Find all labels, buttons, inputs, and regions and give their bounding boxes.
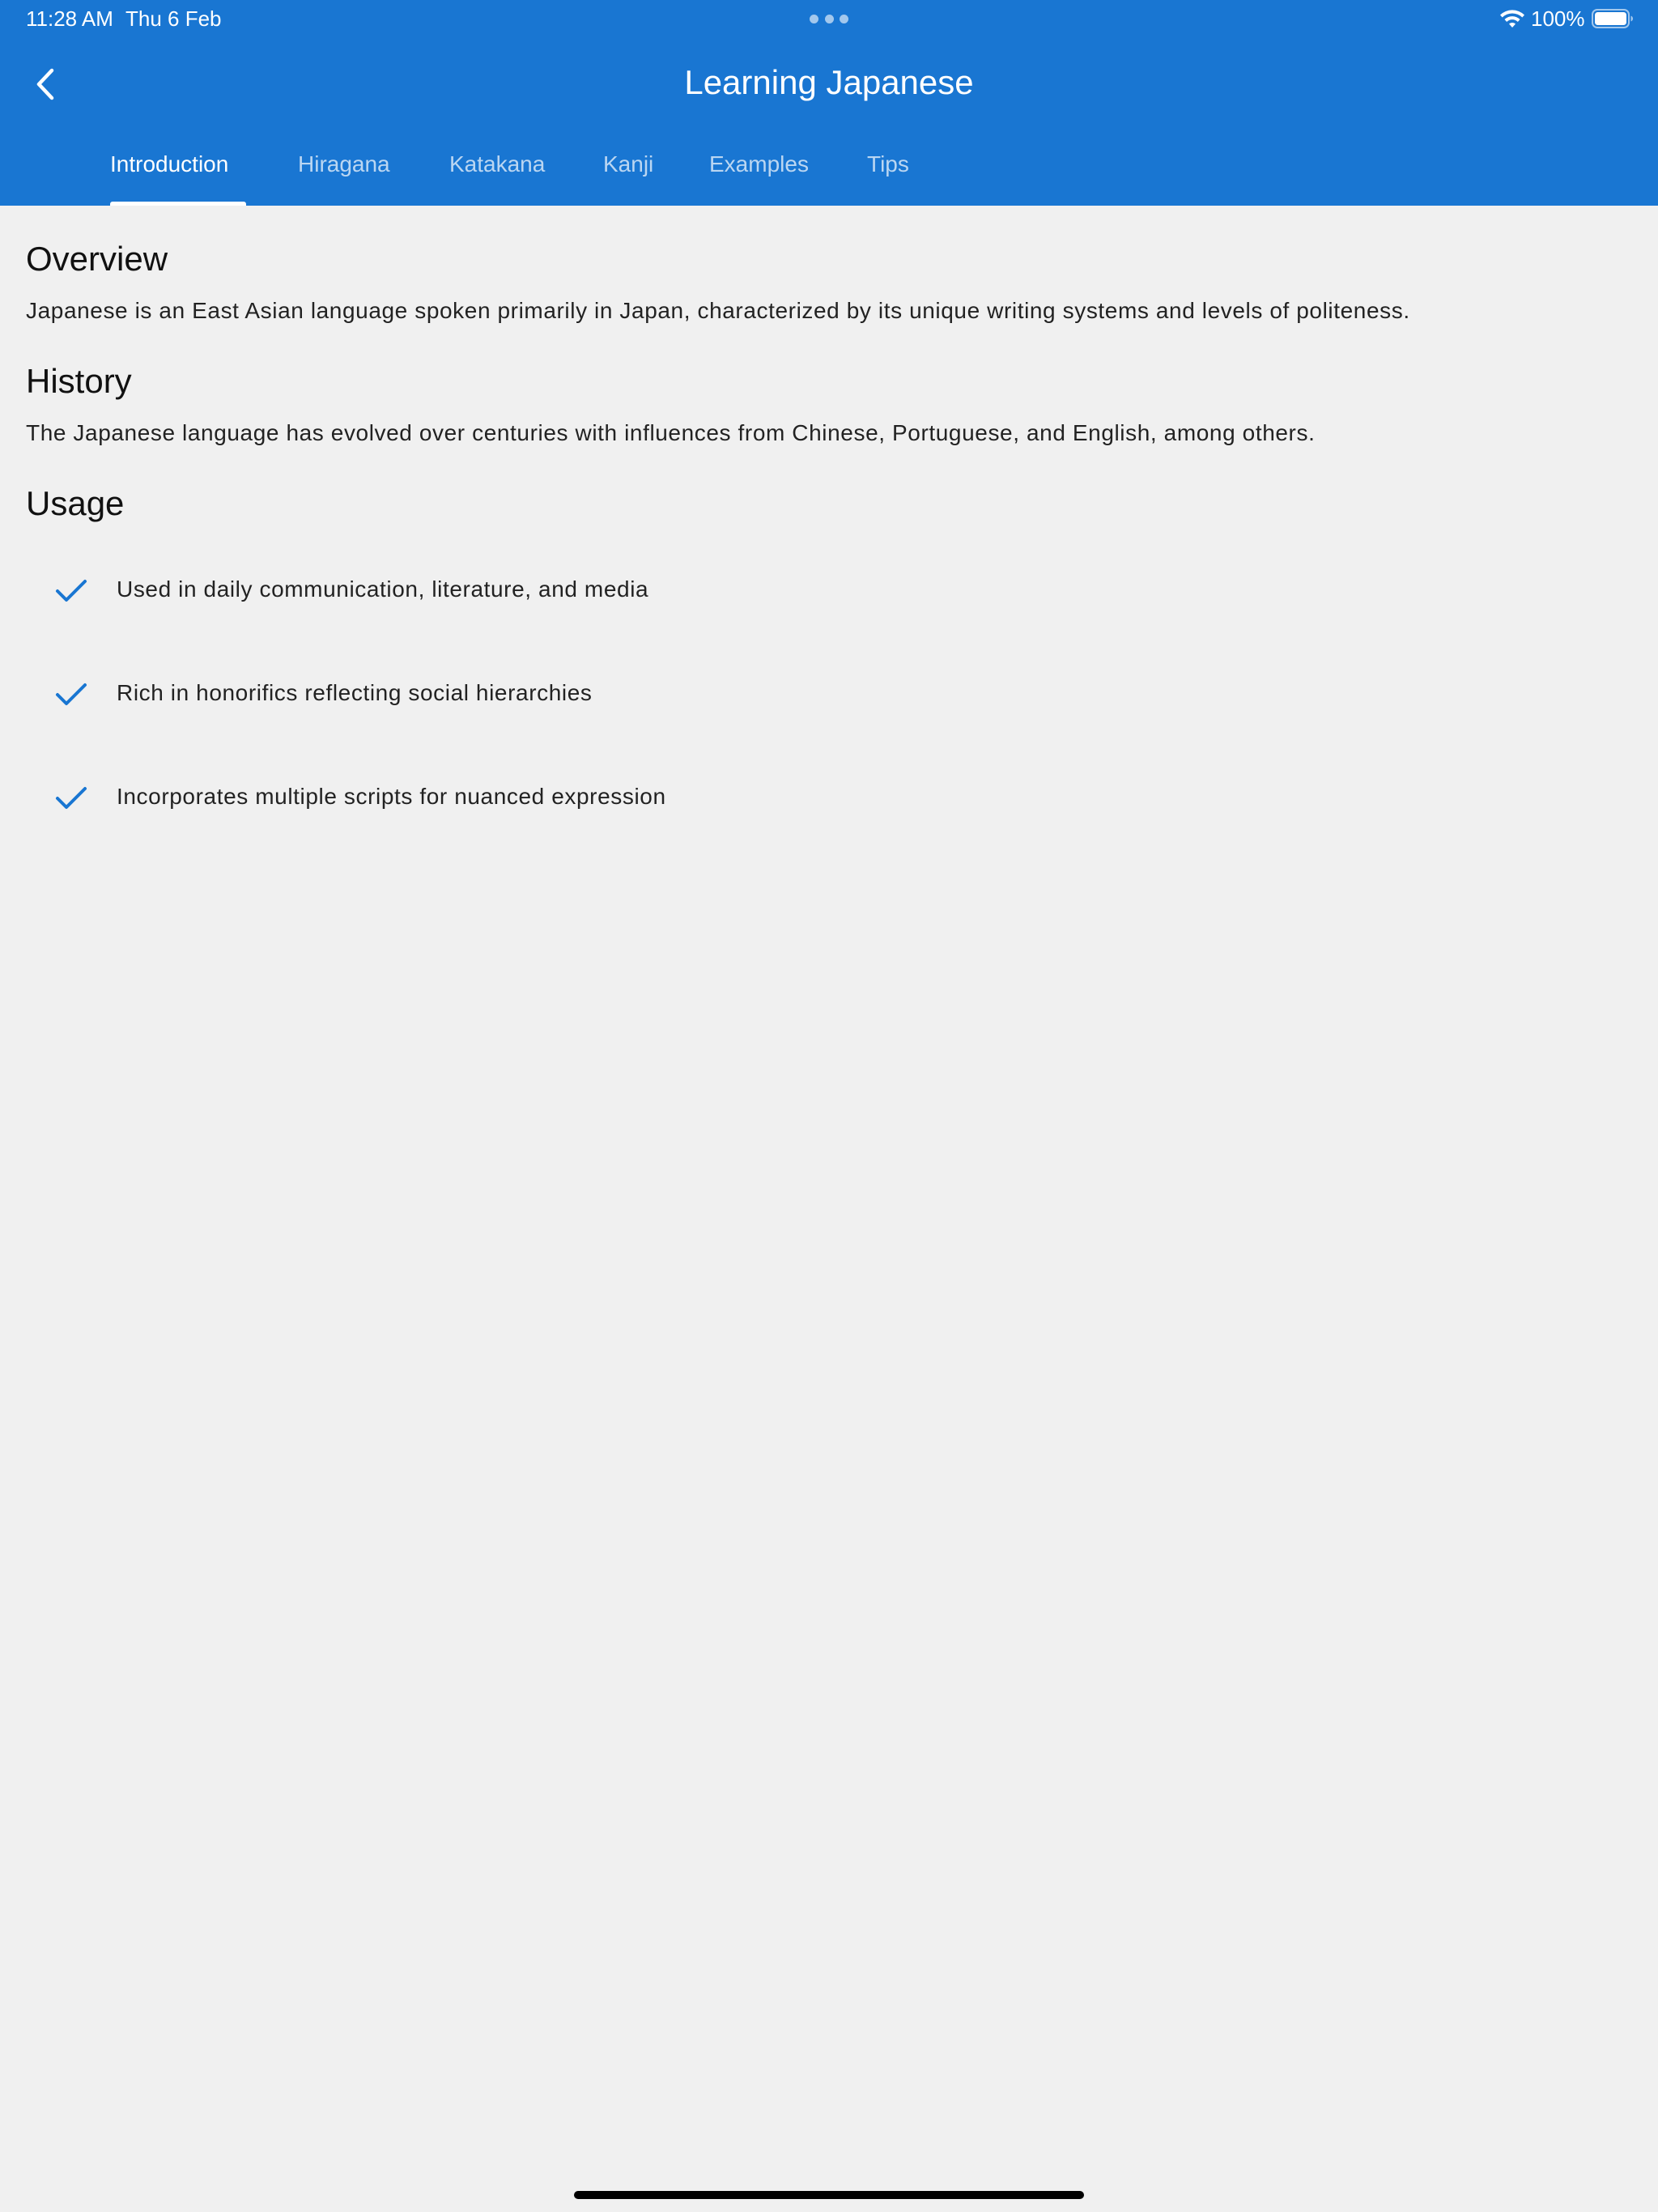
tab-tips[interactable]: Tips	[867, 151, 909, 177]
home-indicator[interactable]	[574, 2191, 1084, 2199]
tab-kanji[interactable]: Kanji	[603, 151, 653, 177]
usage-item-text: Rich in honorifics reflecting social hie…	[117, 680, 593, 705]
status-bar: 11:28 AM Thu 6 Feb 100%	[0, 0, 1658, 39]
page-title: Learning Japanese	[684, 63, 974, 101]
tab-bar: Introduction Hiragana Katakana Kanji Exa…	[0, 142, 1658, 206]
active-tab-indicator	[110, 202, 246, 206]
overview-heading: Overview	[26, 240, 168, 278]
battery-percentage: 100%	[1531, 6, 1585, 31]
usage-list-item: Rich in honorifics reflecting social hie…	[0, 670, 810, 719]
overview-text: Japanese is an East Asian language spoke…	[26, 298, 1410, 323]
multitasking-dots-icon[interactable]	[810, 15, 848, 24]
check-icon	[56, 683, 87, 705]
history-heading: History	[26, 362, 132, 400]
check-icon	[56, 580, 87, 602]
battery-icon	[1592, 9, 1633, 28]
usage-list-item: Used in daily communication, literature,…	[0, 567, 810, 615]
usage-item-text: Incorporates multiple scripts for nuance…	[117, 784, 666, 809]
check-icon	[56, 787, 87, 809]
tab-examples[interactable]: Examples	[709, 151, 809, 177]
usage-item-text: Used in daily communication, literature,…	[117, 576, 649, 602]
status-time: 11:28 AM	[26, 6, 113, 31]
wifi-icon	[1500, 10, 1524, 28]
app-header: 11:28 AM Thu 6 Feb 100% Learning Japanes…	[0, 0, 1658, 206]
status-date: Thu 6 Feb	[125, 6, 222, 31]
usage-list-item: Incorporates multiple scripts for nuance…	[0, 774, 810, 823]
tab-introduction[interactable]: Introduction	[110, 151, 228, 177]
tab-katakana[interactable]: Katakana	[449, 151, 545, 177]
tab-hiragana[interactable]: Hiragana	[298, 151, 390, 177]
history-text: The Japanese language has evolved over c…	[26, 420, 1316, 445]
usage-heading: Usage	[26, 484, 125, 522]
screen: 11:28 AM Thu 6 Feb 100% Learning Japanes…	[0, 0, 1658, 2212]
